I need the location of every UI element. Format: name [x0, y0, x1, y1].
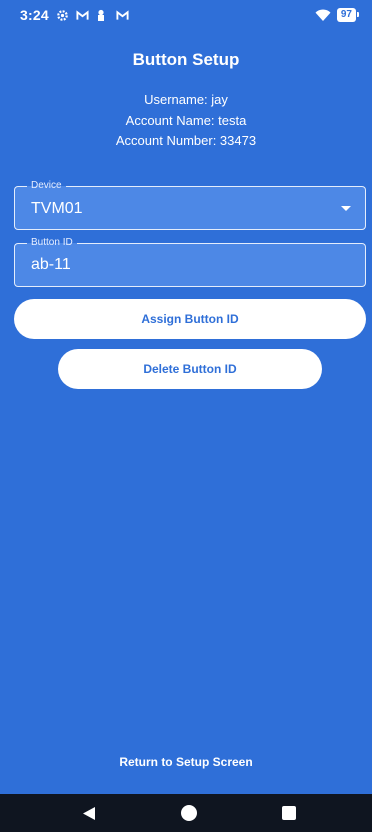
battery-icon: 97: [336, 8, 360, 22]
recents-icon[interactable]: [282, 806, 296, 820]
home-icon[interactable]: [181, 805, 197, 821]
page-title: Button Setup: [132, 50, 240, 69]
assign-button-id-button[interactable]: Assign Button ID: [14, 299, 366, 339]
status-left: 3:24: [20, 7, 129, 23]
return-to-setup-link[interactable]: Return to Setup Screen: [0, 755, 372, 769]
status-right: 97: [315, 8, 360, 22]
account-number-text: Account Number: 33473: [115, 133, 257, 148]
button-id-field[interactable]: Button ID: [14, 237, 366, 287]
button-id-value-wrap: [31, 255, 341, 275]
wifi-icon: [315, 8, 331, 22]
gmail-icon: [76, 9, 89, 22]
settings-icon: [56, 9, 69, 22]
back-icon[interactable]: [82, 806, 96, 826]
device-dropdown[interactable]: Device TVM01: [14, 180, 366, 230]
dropdown-arrow-icon[interactable]: [341, 206, 351, 211]
username-text: Username: jay: [144, 92, 228, 107]
gmail-icon: [116, 9, 129, 22]
button-id-label: Button ID: [27, 237, 77, 249]
status-bar: 3:24 97: [0, 0, 372, 30]
button-id-input[interactable]: [31, 256, 341, 274]
device-label: Device: [27, 180, 66, 192]
status-time: 3:24: [20, 7, 49, 23]
keyhole-icon: [96, 9, 109, 22]
account-name-text: Account Name: testa: [125, 112, 247, 128]
account-info: Username: jay Account Name: testa Accoun…: [0, 90, 372, 152]
system-nav-bar: [0, 794, 372, 832]
delete-button-id-button[interactable]: Delete Button ID: [58, 349, 322, 389]
device-value: TVM01: [31, 200, 83, 217]
